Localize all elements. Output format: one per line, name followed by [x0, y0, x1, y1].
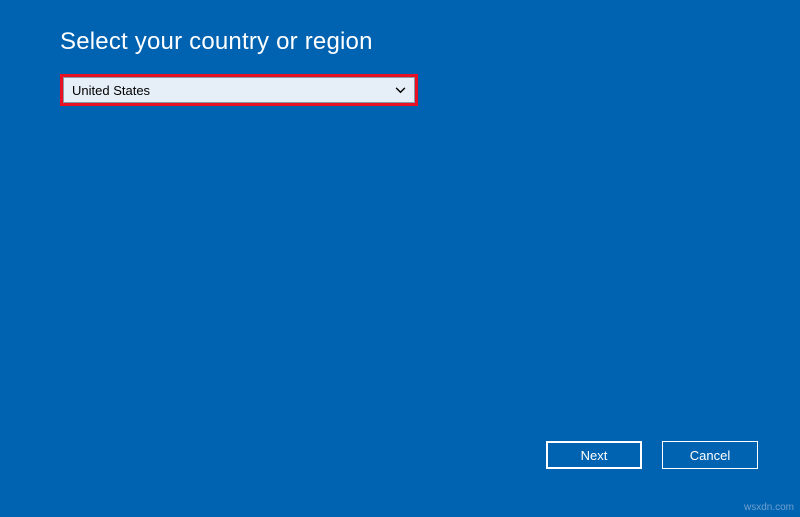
button-row: Next Cancel: [546, 441, 758, 469]
cancel-button[interactable]: Cancel: [662, 441, 758, 469]
country-region-dropdown[interactable]: United States: [63, 77, 415, 103]
next-button[interactable]: Next: [546, 441, 642, 469]
main-content: Select your country or region United Sta…: [0, 0, 800, 134]
dropdown-selected-value: United States: [72, 83, 150, 98]
dropdown-highlight-frame: United States: [60, 74, 418, 106]
chevron-down-icon: [394, 84, 406, 96]
page-title: Select your country or region: [60, 28, 740, 56]
watermark-text: wsxdn.com: [744, 502, 794, 513]
